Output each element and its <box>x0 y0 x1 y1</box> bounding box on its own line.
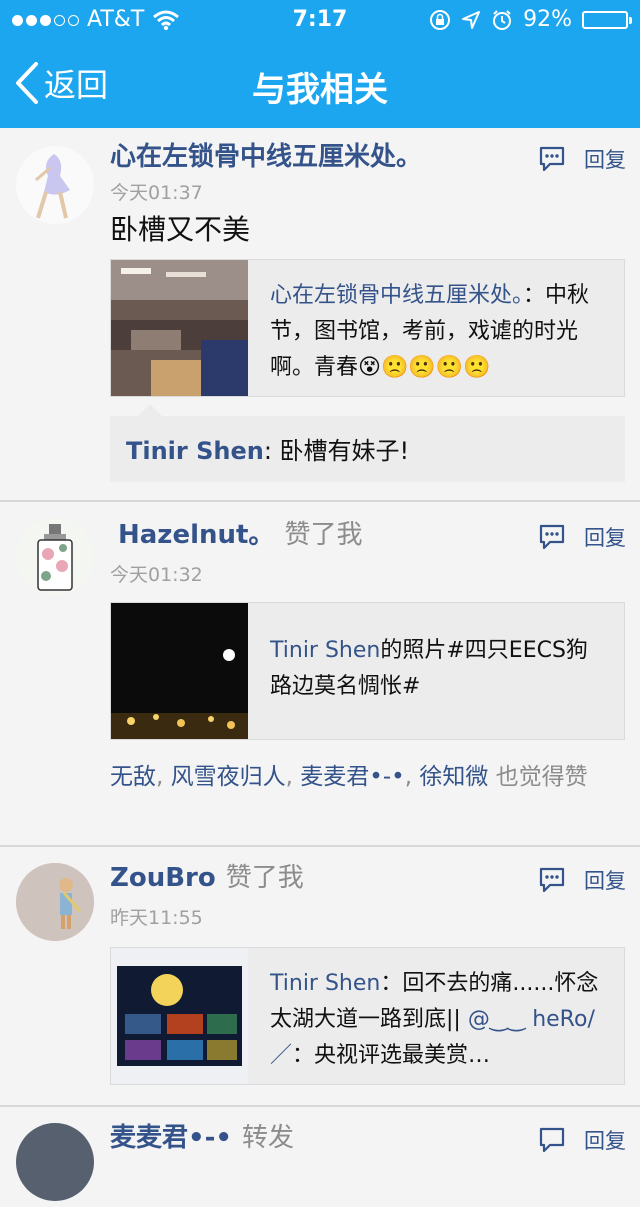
rotation-lock-icon <box>430 10 451 30</box>
also-liked-suffix: 也觉得赞 <box>488 764 588 790</box>
post-thumbnail <box>111 948 248 1084</box>
comment-icon <box>539 146 565 172</box>
post-text: 卧槽又不美 <box>110 213 251 246</box>
avatar[interactable] <box>16 1123 94 1201</box>
emoji: 🙁 <box>435 355 464 380</box>
reply-button[interactable]: 回复 <box>538 144 626 174</box>
liked-post-card[interactable]: Tinir Shen：回不去的痛......怀念太湖大道一路到底|| @‿‿ h… <box>110 947 625 1085</box>
name-line: ZouBro 赞了我 <box>110 861 304 895</box>
location-icon <box>462 11 481 29</box>
timestamp: 今天01:37 <box>110 182 203 204</box>
liker-name[interactable]: 风雪夜归人 <box>171 764 286 790</box>
feed-item: 心在左锁骨中线五厘米处。 今天01:37 回复 卧槽又不美 心在左锁骨中线五厘米… <box>0 128 640 502</box>
quoted-post-text: 心在左锁骨中线五厘米处。：中秋节，图书馆，考前，戏谑的时光啊。青春😵🙁🙁🙁🙁 <box>248 260 624 396</box>
separator: , <box>285 764 301 790</box>
name-line: Hazelnut。 赞了我 <box>118 518 362 552</box>
reply-label: 回复 <box>584 869 626 893</box>
post-author[interactable]: Tinir Shen <box>270 971 380 996</box>
avatar[interactable] <box>16 518 94 596</box>
action-text: 赞了我 <box>225 863 304 893</box>
reply-label: 回复 <box>584 148 626 172</box>
emoji: 🙁 <box>463 355 491 380</box>
comment-icon <box>539 1127 565 1153</box>
comment-text: Tinir Shen: 卧槽有妹子! <box>126 431 409 466</box>
timestamp: 今天01:32 <box>110 564 203 586</box>
alarm-icon <box>493 10 512 30</box>
photo-owner[interactable]: Tinir Shen <box>270 638 380 663</box>
emoji: 😵 <box>358 355 381 380</box>
comment-body: : 卧槽有妹子! <box>263 437 410 465</box>
photo-text: Tinir Shen的照片#四只EECS狗路边莫名惆怅# <box>248 603 624 739</box>
liker-name[interactable]: 徐知微 <box>419 764 488 790</box>
reply-label: 回复 <box>584 1129 626 1153</box>
reply-label: 回复 <box>584 526 626 550</box>
comment-box[interactable]: Tinir Shen: 卧槽有妹子! <box>110 404 625 482</box>
post-thumbnail <box>111 260 248 396</box>
name-line: 麦麦君•-• 转发 <box>110 1121 294 1155</box>
photo-thumbnail <box>111 603 248 739</box>
also-liked-line: 无敌, 风雪夜归人, 麦麦君•-•, 徐知微 也觉得赞 <box>110 760 625 794</box>
emoji: 🙁 <box>380 355 409 380</box>
liked-post-text: Tinir Shen：回不去的痛......怀念太湖大道一路到底|| @‿‿ h… <box>248 948 624 1084</box>
avatar[interactable] <box>16 146 94 224</box>
liker-name[interactable]: 麦麦君•-• <box>300 764 404 790</box>
nav-header: AT&T 7:17 92% 返回 与我相关 <box>0 0 640 128</box>
battery-percent: 92% <box>523 7 572 32</box>
reply-button[interactable]: 回复 <box>538 865 626 895</box>
comment-user[interactable]: Tinir Shen <box>126 437 264 465</box>
comment-icon <box>539 524 565 550</box>
separator: , <box>404 764 420 790</box>
reply-button[interactable]: 回复 <box>538 522 626 552</box>
liked-photo-card[interactable]: Tinir Shen的照片#四只EECS狗路边莫名惆怅# <box>110 602 625 740</box>
emoji-list: 😵🙁🙁🙁🙁 <box>358 355 491 380</box>
feed-item: ZouBro 赞了我 昨天11:55 回复 Tinir Shen：回不去的痛..… <box>0 847 640 1107</box>
user-name[interactable]: 麦麦君•-• <box>110 1123 232 1153</box>
feed-item: Hazelnut。 赞了我 今天01:32 回复 Tinir Shen的照片#四… <box>0 502 640 847</box>
mention-link[interactable]: @‿‿ <box>468 1007 525 1032</box>
status-right: 92% <box>429 6 632 34</box>
separator: ： <box>523 283 546 308</box>
name-line: 心在左锁骨中线五厘米处。 <box>110 140 422 174</box>
avatar[interactable] <box>16 863 94 941</box>
user-name[interactable]: ZouBro <box>110 863 216 893</box>
user-name[interactable]: Hazelnut。 <box>118 520 274 550</box>
action-text: 转发 <box>242 1123 295 1153</box>
mention-text: ：央视评选最美赏… <box>292 1043 491 1068</box>
quoted-user[interactable]: 心在左锁骨中线五厘米处。 <box>270 283 523 308</box>
timestamp: 昨天11:55 <box>110 907 203 929</box>
feed-item: 麦麦君•-• 转发 回复 <box>0 1107 640 1207</box>
action-text: 赞了我 <box>284 520 363 550</box>
battery-icon <box>582 11 632 29</box>
liker-name[interactable]: 无敌 <box>110 764 156 790</box>
comment-icon <box>539 867 565 893</box>
page-title: 与我相关 <box>252 70 388 110</box>
reply-button[interactable]: 回复 <box>538 1125 626 1155</box>
user-name[interactable]: 心在左锁骨中线五厘米处。 <box>110 142 422 172</box>
quoted-post-card[interactable]: 心在左锁骨中线五厘米处。：中秋节，图书馆，考前，戏谑的时光啊。青春😵🙁🙁🙁🙁 <box>110 259 625 397</box>
emoji: 🙁 <box>408 355 436 380</box>
separator: , <box>156 764 171 790</box>
